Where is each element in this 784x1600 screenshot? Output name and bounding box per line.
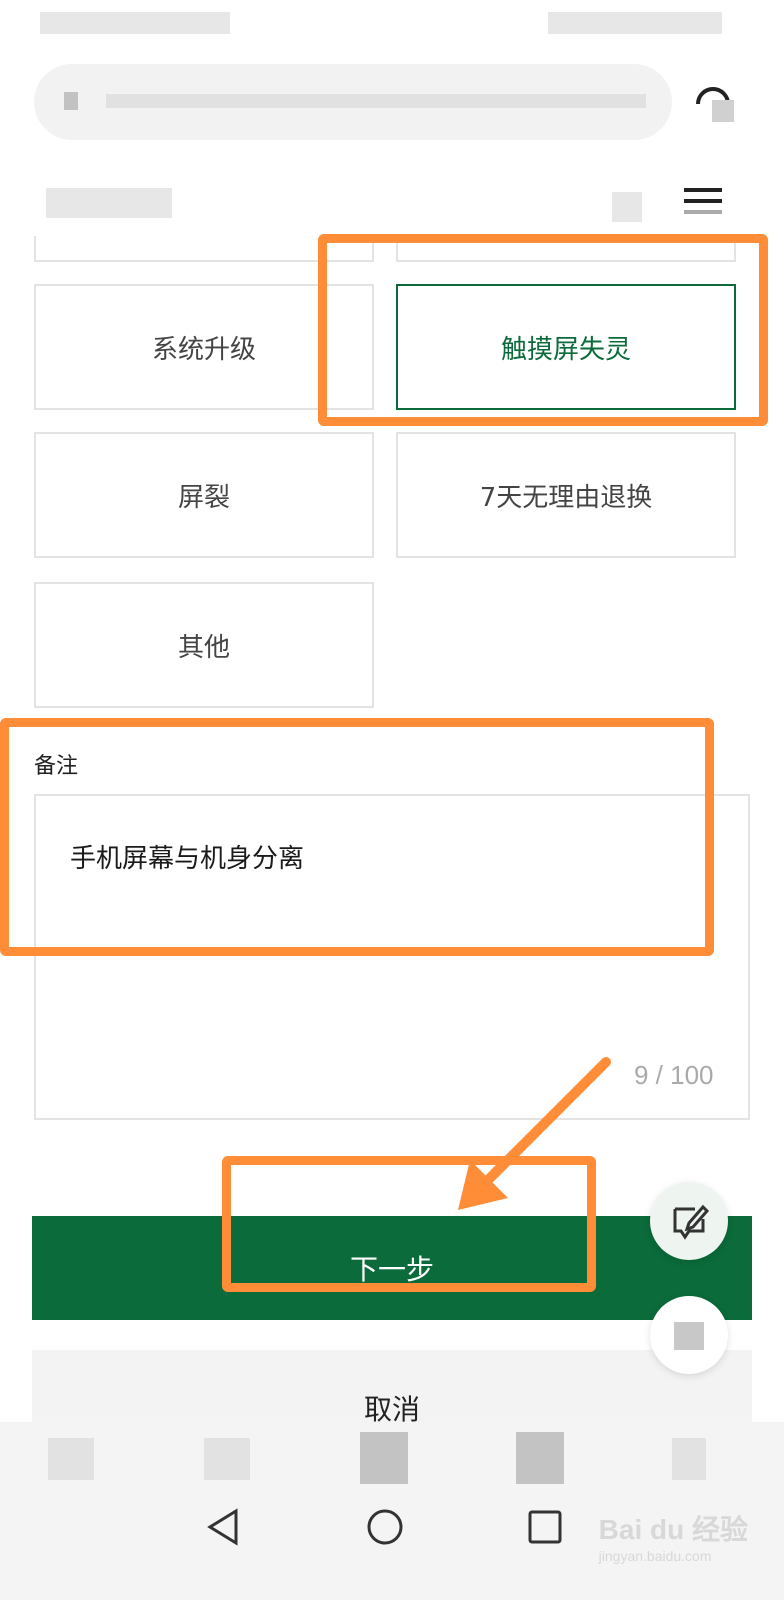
option-screen-crack[interactable]: 屏裂 xyxy=(34,432,374,558)
address-bar[interactable] xyxy=(34,64,672,140)
option-label: 其他 xyxy=(177,632,230,663)
refresh-icon[interactable] xyxy=(690,78,736,124)
menu-icon[interactable] xyxy=(684,186,722,216)
arrow-annotation xyxy=(458,1057,611,1210)
status-bar-right xyxy=(548,12,722,34)
option-7day-return[interactable]: 7天无理由退换 xyxy=(396,432,736,558)
option-other[interactable]: 其他 xyxy=(34,582,374,708)
option-label: 屏裂 xyxy=(177,482,230,513)
home-circle-icon[interactable] xyxy=(366,1508,404,1546)
watermark-url: jingyan.baidu.com xyxy=(598,1548,712,1564)
header-icon[interactable] xyxy=(612,192,642,222)
highlight-remark-box xyxy=(0,718,714,956)
back-to-top-icon[interactable] xyxy=(650,1296,728,1374)
site-logo xyxy=(46,188,172,218)
feedback-edit-icon[interactable] xyxy=(650,1182,728,1260)
char-counter: 9 / 100 xyxy=(634,1060,714,1090)
watermark: Bai du 经验 jingyan.baidu.com xyxy=(599,1508,748,1564)
highlight-option-box xyxy=(318,234,768,426)
option-label: 7天无理由退换 xyxy=(479,482,653,513)
back-triangle-icon[interactable] xyxy=(206,1508,240,1546)
option-label: 系统升级 xyxy=(151,334,256,365)
watermark-brand: Bai du 经验 xyxy=(598,1514,748,1545)
recent-square-icon[interactable] xyxy=(528,1510,562,1544)
status-bar-left xyxy=(40,12,230,34)
